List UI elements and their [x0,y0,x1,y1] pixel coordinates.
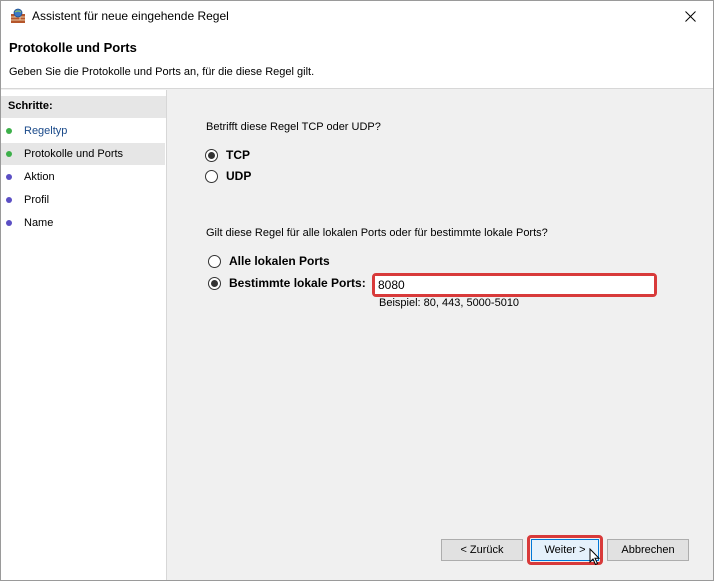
main-content: Betrifft diese Regel TCP oder UDP? TCP U… [168,90,713,580]
page-description: Geben Sie die Protokolle und Ports an, f… [9,66,315,78]
step-status-icon [6,151,12,157]
step-status-icon [6,128,12,134]
step-status-icon [6,174,12,180]
radio-button[interactable] [208,254,221,268]
title-bar: Assistent für neue eingehende Regel [1,1,713,31]
step-status-icon [6,197,12,203]
step-name: Name [1,212,165,234]
radio-specific-ports[interactable]: Bestimmte lokale Ports: [208,276,366,290]
step-label: Profil [24,194,50,206]
back-button[interactable]: < Zurück [441,539,523,561]
step-profil: Profil [1,189,165,211]
radio-button[interactable] [208,276,221,290]
step-status-icon [6,220,12,226]
radio-selected-dot [211,279,218,287]
step-protokolle-und-ports[interactable]: Protokolle und Ports [1,143,165,165]
mouse-cursor-icon [589,548,601,566]
port-input[interactable] [375,276,654,294]
step-label: Regeltyp [24,125,68,137]
steps-sidebar: Schritte: Regeltyp Protokolle und Ports … [1,90,167,580]
page-header: Protokolle und Ports Geben Sie die Proto… [1,31,713,89]
radio-tcp[interactable]: TCP [205,148,250,162]
step-label: Protokolle und Ports [24,148,124,160]
wizard-window: Assistent für neue eingehende Regel Prot… [0,0,714,581]
step-label: Aktion [24,171,55,183]
page-title: Protokolle und Ports [9,40,137,55]
close-button[interactable] [667,1,713,31]
radio-udp[interactable]: UDP [205,169,251,183]
cancel-button[interactable]: Abbrechen [607,539,689,561]
step-regeltyp[interactable]: Regeltyp [1,120,165,142]
port-input-highlight [372,273,657,297]
radio-selected-dot [208,151,215,159]
radio-label-udp: UDP [226,169,252,183]
radio-label-specific-ports: Bestimmte lokale Ports: [229,276,366,290]
radio-label-tcp: TCP [226,148,250,162]
ports-question: Gilt diese Regel für alle lokalen Ports … [206,227,548,239]
radio-label-all-ports: Alle lokalen Ports [229,254,330,268]
step-aktion: Aktion [1,166,165,188]
firewall-icon [11,8,25,23]
radio-button[interactable] [205,148,218,162]
protocol-question: Betrifft diese Regel TCP oder UDP? [206,121,381,133]
step-label: Name [24,217,54,229]
radio-button[interactable] [205,169,218,183]
steps-heading: Schritte: [1,96,166,118]
port-example-hint: Beispiel: 80, 443, 5000-5010 [379,297,520,309]
radio-all-ports[interactable]: Alle lokalen Ports [208,254,330,268]
window-title: Assistent für neue eingehende Regel [32,9,229,23]
close-icon [684,10,696,22]
